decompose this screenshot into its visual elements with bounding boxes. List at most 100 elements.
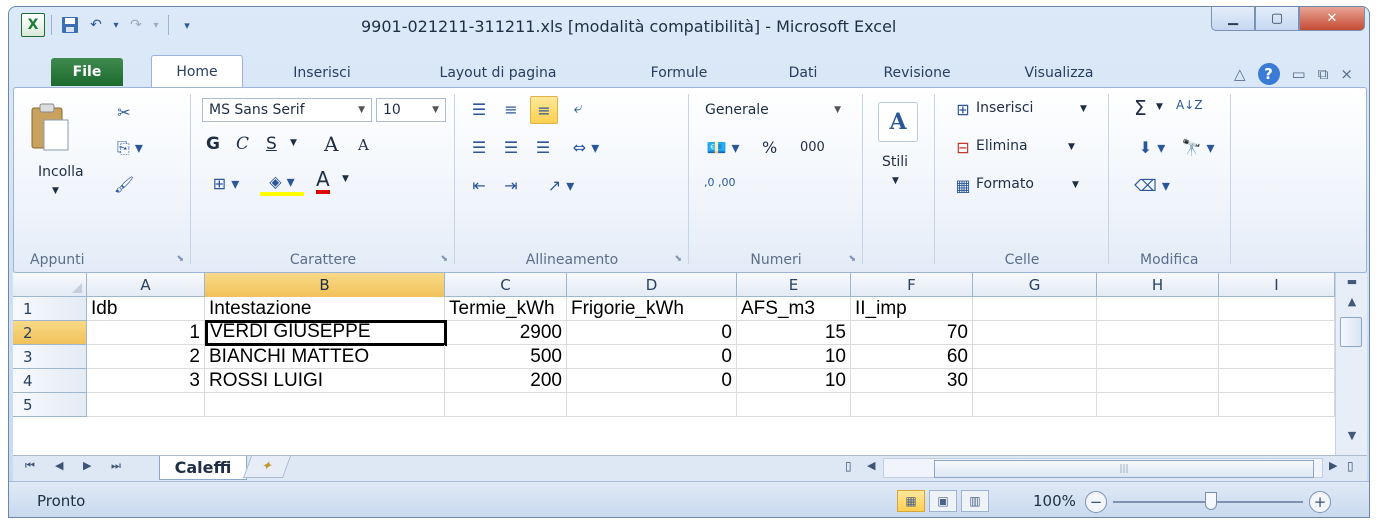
insert-cells-icon[interactable]: ⊞	[952, 98, 974, 120]
format-cells-button[interactable]: Formato	[976, 176, 1034, 192]
workbook-minimize-icon[interactable]: ▭	[1292, 65, 1306, 83]
cell-e4[interactable]: 10	[737, 369, 851, 393]
delete-cells-icon[interactable]: ⊟	[952, 136, 974, 158]
customize-qat-icon[interactable]: ▾	[175, 13, 199, 37]
split-box-icon[interactable]: ▬	[1340, 275, 1364, 288]
help-icon[interactable]: ?	[1257, 63, 1280, 85]
cell-h1[interactable]	[1097, 297, 1219, 321]
thousands-button[interactable]: 000	[800, 140, 825, 155]
decimal-buttons[interactable]: ,0 ,00	[704, 176, 736, 189]
increase-indent-icon[interactable]: ⇥	[498, 172, 524, 198]
cell-b2-active[interactable]: VERDI GIUSEPPE	[205, 320, 447, 346]
alignment-launcher-icon[interactable]: ⬊	[674, 254, 682, 264]
cell-a5[interactable]	[87, 393, 205, 417]
zoom-level[interactable]: 100%	[1033, 492, 1076, 510]
cell-h2[interactable]	[1097, 321, 1219, 345]
cell-b4[interactable]: ROSSI LUIGI	[205, 369, 445, 393]
sort-filter-button[interactable]: A↓Z	[1176, 98, 1202, 112]
cut-icon[interactable]: ✂	[110, 98, 138, 126]
cell-g1[interactable]	[973, 297, 1097, 321]
minimize-ribbon-icon[interactable]: △	[1234, 65, 1246, 83]
styles-icon[interactable]: A	[878, 102, 918, 142]
cell-f2[interactable]: 70	[851, 321, 973, 345]
cell-d2[interactable]: 0	[567, 321, 737, 345]
horizontal-scroll-thumb[interactable]: |||	[934, 460, 1314, 478]
column-header-d[interactable]: D	[567, 273, 737, 297]
delete-cells-button[interactable]: Elimina	[976, 138, 1028, 154]
workbook-restore-icon[interactable]: ⧉	[1318, 65, 1329, 83]
format-cells-icon[interactable]: ▦	[952, 174, 974, 196]
font-name-select[interactable]: MS Sans Serif ▼	[202, 98, 372, 122]
close-button[interactable]: ✕	[1299, 7, 1365, 31]
italic-button[interactable]: C	[236, 134, 249, 154]
cell-g2[interactable]	[973, 321, 1097, 345]
clipboard-launcher-icon[interactable]: ⬊	[176, 254, 184, 264]
page-break-view-icon[interactable]: ▥	[961, 490, 989, 512]
horizontal-scroll-track[interactable]: |||	[883, 458, 1323, 478]
redo-dropdown-icon[interactable]: ▾	[150, 13, 162, 37]
column-header-g[interactable]: G	[973, 273, 1097, 297]
vertical-scrollbar[interactable]: ▬ ▲ ▼	[1335, 273, 1367, 455]
cell-i4[interactable]	[1219, 369, 1335, 393]
cell-c1[interactable]: Termie_kWh	[445, 297, 567, 321]
align-bottom-icon[interactable]: ≡	[530, 96, 558, 124]
scroll-up-icon[interactable]: ▲	[1340, 295, 1364, 308]
column-header-f[interactable]: F	[851, 273, 973, 297]
align-left-icon[interactable]: ☰	[466, 134, 492, 160]
undo-dropdown-icon[interactable]: ▾	[110, 13, 122, 37]
font-launcher-icon[interactable]: ⬊	[440, 254, 448, 264]
cell-a3[interactable]: 2	[87, 345, 205, 369]
row-header-4[interactable]: 4	[13, 369, 87, 393]
tab-formule[interactable]: Formule	[629, 59, 729, 87]
paste-label[interactable]: Incolla	[38, 164, 84, 180]
fill-icon[interactable]: ⬇ ▾	[1130, 134, 1174, 160]
insert-cells-button[interactable]: Inserisci	[976, 100, 1033, 116]
column-header-i[interactable]: I	[1219, 273, 1335, 297]
cell-i5[interactable]	[1219, 393, 1335, 417]
fill-color-icon[interactable]: ◈ ▾	[260, 170, 304, 196]
row-header-2[interactable]: 2	[13, 321, 87, 345]
align-center-icon[interactable]: ☰	[498, 134, 524, 160]
font-color-button[interactable]: A	[316, 168, 330, 194]
split-box-icon[interactable]: ▯	[1347, 459, 1354, 473]
cell-i3[interactable]	[1219, 345, 1335, 369]
styles-dropdown-icon[interactable]: ▼	[892, 176, 899, 186]
last-sheet-icon[interactable]: ⏭	[111, 459, 121, 473]
align-middle-icon[interactable]: ≡	[498, 96, 524, 122]
cell-d1[interactable]: Frigorie_kWh	[567, 297, 737, 321]
save-icon[interactable]	[58, 13, 82, 37]
find-select-icon[interactable]: 🔭 ▾	[1176, 134, 1220, 160]
tab-layout-di-pagina[interactable]: Layout di pagina	[413, 59, 583, 87]
zoom-out-icon[interactable]: −	[1085, 491, 1107, 513]
scroll-right-icon[interactable]: ▶	[1329, 459, 1337, 472]
first-sheet-icon[interactable]: ⏮	[25, 459, 35, 473]
cell-b3[interactable]: BIANCHI MATTEO	[205, 345, 445, 369]
number-format-select[interactable]: Generale ▼	[698, 98, 848, 122]
cell-h3[interactable]	[1097, 345, 1219, 369]
column-header-a[interactable]: A	[87, 273, 205, 297]
autosum-dropdown-icon[interactable]: ▼	[1156, 102, 1163, 112]
font-size-select[interactable]: 10 ▼	[376, 98, 446, 122]
cell-e1[interactable]: AFS_m3	[737, 297, 851, 321]
row-header-3[interactable]: 3	[13, 345, 87, 369]
insert-sheet-icon[interactable]: ✦	[242, 456, 292, 478]
format-painter-icon[interactable]: 🖌	[110, 170, 138, 198]
cell-g3[interactable]	[973, 345, 1097, 369]
cell-b5[interactable]	[205, 393, 445, 417]
paste-icon[interactable]	[28, 100, 72, 154]
tab-revisione[interactable]: Revisione	[867, 59, 967, 87]
font-color-dropdown-icon[interactable]: ▼	[342, 174, 349, 184]
scroll-left-icon[interactable]: ◀	[867, 459, 875, 472]
cell-e2[interactable]: 15	[737, 321, 851, 345]
cell-h4[interactable]	[1097, 369, 1219, 393]
align-top-icon[interactable]: ☰	[466, 96, 492, 122]
styles-label[interactable]: Stili	[882, 154, 908, 170]
cell-e3[interactable]: 10	[737, 345, 851, 369]
autosum-button[interactable]: Σ	[1134, 96, 1147, 120]
cell-i2[interactable]	[1219, 321, 1335, 345]
redo-icon[interactable]: ↷	[124, 13, 148, 37]
sheet-tab-active[interactable]: Caleffi	[159, 456, 247, 480]
cell-f3[interactable]: 60	[851, 345, 973, 369]
normal-view-icon[interactable]: ▦	[897, 490, 925, 512]
split-box-icon[interactable]: ▯	[845, 459, 852, 473]
